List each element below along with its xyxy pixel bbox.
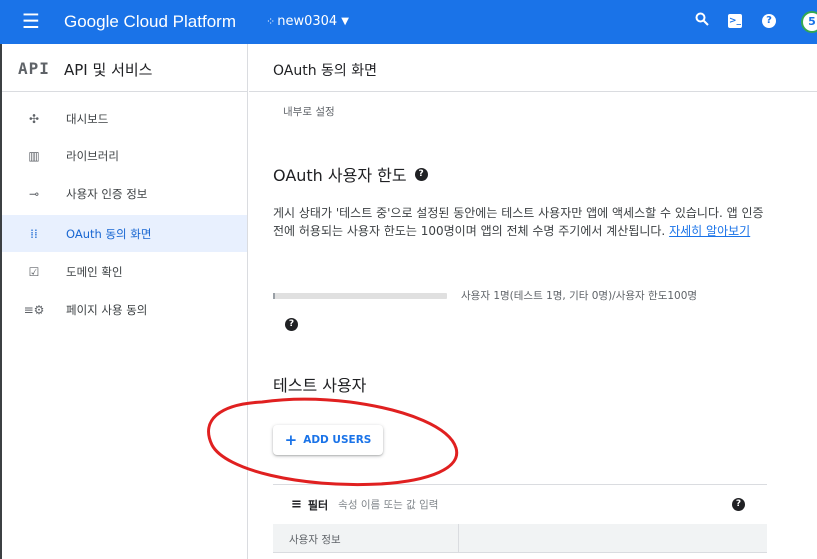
user-type-value: 내부로 설정 [283, 106, 335, 118]
help-icon[interactable]: ? [762, 14, 776, 28]
quota-meter: 사용자 1명(테스트 1명, 기타 0명)/사용자 한도100명 [273, 288, 697, 303]
search-icon[interactable] [693, 12, 711, 30]
filter-label: 필터 [307, 498, 329, 512]
hamburger-menu-icon[interactable]: ☰ [22, 10, 40, 32]
app-name[interactable]: Google Cloud Platform [64, 12, 236, 32]
sidebar-item-label: 대시보드 [66, 111, 109, 126]
learn-more-link[interactable]: 자세히 알아보기 [669, 224, 750, 238]
help-icon[interactable]: ? [414, 167, 428, 181]
quota-description: 게시 상태가 '테스트 중'으로 설정된 동안에는 테스트 사용자만 앱에 액세… [273, 204, 773, 240]
sidebar-item-domain-verification[interactable]: ☑ 도메인 확인 [2, 253, 247, 290]
cloud-shell-icon[interactable]: >_ [728, 14, 742, 28]
add-users-button[interactable]: + ADD USERS [273, 425, 383, 455]
page-title: OAuth 동의 화면 [273, 63, 378, 79]
test-users-heading: 테스트 사용자 [273, 376, 367, 395]
top-app-bar: ☰ Google Cloud Platform ⁘ new0304 ▼ >_ ?… [0, 0, 817, 44]
project-selector[interactable]: ⁘ new0304 ▼ [266, 14, 349, 29]
sidebar-item-credentials[interactable]: ⊸ 사용자 인증 정보 [2, 175, 247, 212]
main-content: OAuth 동의 화면 내부로 설정 OAuth 사용자 한도 ? 게시 상태가… [249, 44, 817, 559]
add-users-label: ADD USERS [303, 434, 372, 446]
quota-heading-text: OAuth 사용자 한도 [273, 166, 407, 185]
key-icon: ⊸ [28, 186, 40, 201]
dashboard-icon: ✣ [28, 111, 40, 126]
checkbox-icon: ☑ [28, 264, 40, 279]
help-icon[interactable]: ? [285, 318, 298, 331]
sidebar-header: API API 및 서비스 [2, 44, 247, 92]
quota-text: 사용자 1명(테스트 1명, 기타 0명)/사용자 한도100명 [461, 290, 698, 302]
help-icon[interactable]: ? [732, 498, 745, 511]
plus-icon: + [284, 430, 298, 449]
project-dots-icon: ⁘ [266, 15, 275, 28]
api-badge: API [18, 59, 50, 78]
sidebar-item-label: 도메인 확인 [66, 264, 123, 279]
avatar[interactable]: 5 [801, 11, 817, 33]
sidebar-item-dashboard[interactable]: ✣ 대시보드 [2, 100, 247, 137]
page-header: OAuth 동의 화면 [249, 44, 817, 92]
quota-progress-fill [273, 292, 275, 299]
project-name: new0304 [277, 14, 338, 29]
sidebar-item-label: 라이브러리 [66, 148, 119, 163]
filter-input[interactable]: 속성 이름 또는 값 입력 [338, 497, 438, 512]
sidebar-item-library[interactable]: ▥ 라이브러리 [2, 137, 247, 174]
chevron-down-icon: ▼ [341, 16, 349, 27]
settings-list-icon: ≡⚙ [23, 302, 45, 317]
consent-icon: ⁞⁞ [30, 226, 38, 241]
sidebar-title: API 및 서비스 [64, 61, 153, 79]
filter-bar[interactable]: ≡ 필터 속성 이름 또는 값 입력 ? [273, 484, 767, 524]
sidebar-item-page-usage[interactable]: ≡⚙ 페이지 사용 동의 [2, 291, 247, 328]
library-icon: ▥ [28, 148, 40, 163]
quota-heading: OAuth 사용자 한도 ? [273, 162, 428, 186]
column-header-user-info[interactable]: 사용자 정보 [273, 524, 459, 552]
quota-progress-bar [273, 292, 447, 299]
table-row [273, 552, 767, 559]
sidebar-item-oauth-consent[interactable]: ⁞⁞ OAuth 동의 화면 [2, 215, 247, 252]
sidebar-item-label: OAuth 동의 화면 [66, 226, 152, 241]
filter-icon: ≡ [291, 497, 302, 512]
table-header: 사용자 정보 [273, 524, 767, 552]
sidebar-item-label: 사용자 인증 정보 [66, 186, 148, 201]
sidebar: API API 및 서비스 ✣ 대시보드 ▥ 라이브러리 ⊸ 사용자 인증 정보… [2, 44, 248, 559]
sidebar-item-label: 페이지 사용 동의 [66, 302, 148, 317]
